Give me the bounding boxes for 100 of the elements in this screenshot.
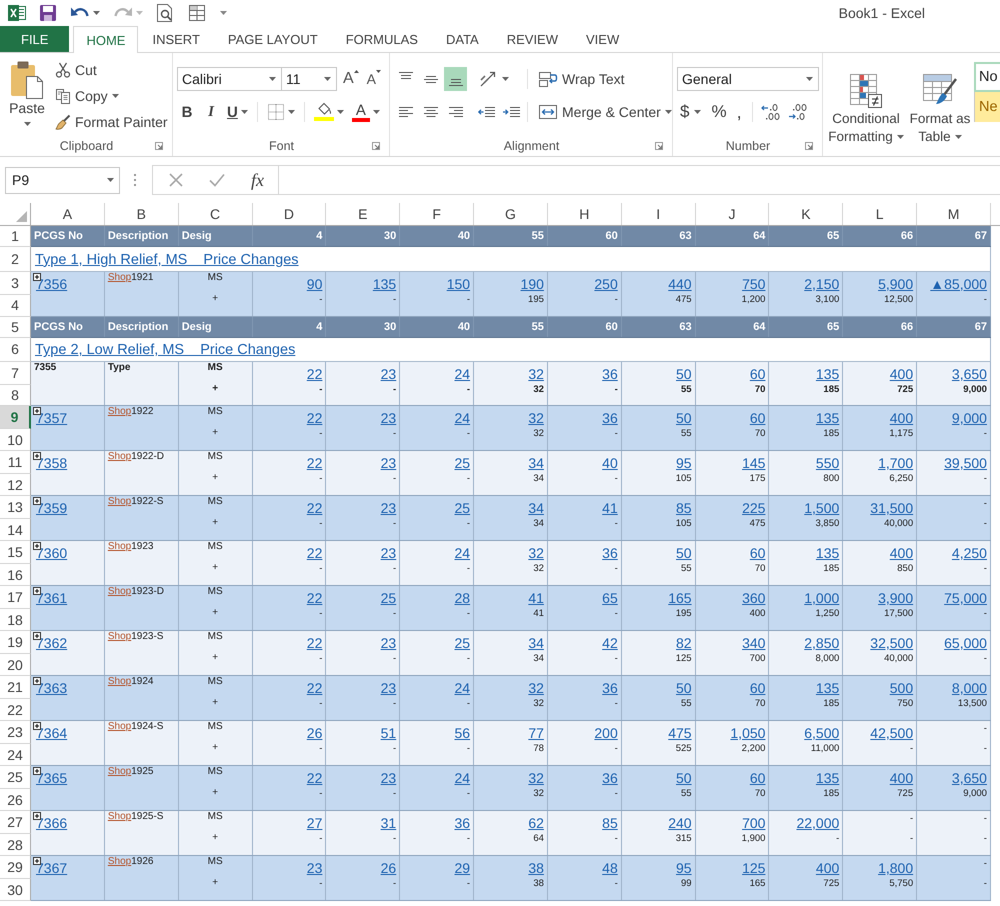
caret-icon[interactable] [220,11,227,15]
price-link[interactable]: 6,500 [804,725,840,741]
price-link[interactable]: 36 [602,770,618,786]
dialog-launcher-icon[interactable] [155,142,163,150]
price-link[interactable]: 23 [380,680,396,696]
check-icon[interactable] [209,173,225,187]
price-link[interactable]: 56 [454,725,470,741]
column-letter[interactable]: L [843,203,918,225]
price-link[interactable]: 60 [750,545,766,561]
insert-function-button[interactable]: fx [251,170,264,190]
price-link[interactable]: 190 [520,276,544,292]
shop-link[interactable]: Shop [108,451,132,463]
pcgs-number-link[interactable]: 7363 [36,680,68,696]
price-link[interactable]: 77 [528,725,544,741]
price-link[interactable]: 60 [750,410,766,426]
section-title-link[interactable]: Type 2, Low Relief, MS Price Changes [35,342,296,358]
price-link[interactable]: 22 [306,770,322,786]
column-letter[interactable]: F [400,203,474,225]
price-link[interactable]: 750 [742,276,766,292]
price-link[interactable]: 23 [380,366,396,382]
shop-link[interactable]: Shop [108,406,132,418]
price-link[interactable]: 32 [528,545,544,561]
caret-icon[interactable] [24,122,30,126]
price-link[interactable]: 8,000 [952,680,987,696]
row-number[interactable]: 6 [0,338,31,362]
column-letter[interactable]: H [548,203,622,225]
price-link[interactable]: 85 [676,500,692,516]
price-link[interactable]: 32,500 [870,635,914,651]
price-link[interactable]: 25 [380,590,396,606]
column-letter[interactable]: A [31,203,105,225]
price-link[interactable]: 65 [602,590,618,606]
price-link[interactable]: 36 [602,410,618,426]
price-link[interactable]: 23 [380,455,396,471]
price-link[interactable]: 400 [890,545,914,561]
price-link[interactable]: 135 [816,410,840,426]
price-link[interactable]: 150 [446,276,470,292]
price-link[interactable]: 22 [306,545,322,561]
shop-link[interactable]: Shop [108,541,132,553]
price-link[interactable]: 26 [306,725,322,741]
shop-link[interactable]: Shop [108,586,132,598]
price-link[interactable]: 62 [528,815,544,831]
price-link[interactable]: 27 [306,815,322,831]
price-link[interactable]: 22 [306,590,322,606]
price-link[interactable]: 50 [676,770,692,786]
price-link[interactable]: 135 [372,276,396,292]
file-tab[interactable]: FILE [0,26,70,52]
price-link[interactable]: 25 [454,455,470,471]
price-link[interactable]: 34 [528,500,544,516]
price-link[interactable]: 1,050 [730,725,766,741]
print-preview-icon[interactable] [156,3,174,23]
caret-icon[interactable] [269,77,276,81]
price-link[interactable]: 48 [602,860,618,876]
price-link[interactable]: ▲85,000 [930,276,987,292]
price-link[interactable]: 1,000 [804,590,840,606]
fill-color-button[interactable] [312,100,346,124]
dialog-launcher-icon[interactable] [655,142,663,150]
price-link[interactable]: 60 [750,680,766,696]
price-link[interactable]: 1,700 [878,455,914,471]
copy-button[interactable]: Copy [52,84,171,108]
dialog-launcher-icon[interactable] [372,142,380,150]
cut-button[interactable]: Cut [52,58,171,82]
pcgs-number-link[interactable]: 7366 [36,815,68,831]
price-link[interactable]: 2,850 [804,635,840,651]
wrap-text-button[interactable]: Wrap Text [535,67,628,91]
shop-link[interactable]: Shop [108,631,132,643]
price-link[interactable]: 700 [742,815,766,831]
font-size-dropdown[interactable]: 11 [281,67,337,91]
price-link[interactable]: 42 [602,635,618,651]
price-link[interactable]: 26 [380,860,396,876]
price-link[interactable]: 95 [676,860,692,876]
price-link[interactable]: 23 [380,410,396,426]
shop-link[interactable]: Shop [108,496,132,508]
price-link[interactable]: 50 [676,545,692,561]
shop-link[interactable]: Shop [108,676,132,688]
font-name-dropdown[interactable]: Calibri [177,67,282,91]
caret-icon[interactable] [954,134,962,139]
price-link[interactable]: 225 [742,500,766,516]
price-link[interactable]: 24 [454,680,470,696]
price-link[interactable]: 25 [454,500,470,516]
price-link[interactable]: 38 [528,860,544,876]
dialog-launcher-icon[interactable] [805,142,813,150]
price-link[interactable]: 50 [676,410,692,426]
price-link[interactable]: 39,500 [944,455,987,471]
price-link[interactable]: 145 [742,455,766,471]
column-letter[interactable]: M [917,203,991,225]
shrink-font-button[interactable]: A [364,67,384,91]
price-link[interactable]: 400 [890,770,914,786]
ribbon-tab[interactable]: HOME [73,26,138,53]
price-link[interactable]: 23 [306,860,322,876]
excel-logo-icon[interactable] [8,4,26,22]
column-letter[interactable]: I [622,203,696,225]
pcgs-number-link[interactable]: 7358 [36,455,68,471]
price-link[interactable]: 22 [306,680,322,696]
price-link[interactable]: 22 [306,455,322,471]
column-letter[interactable]: J [696,203,770,225]
price-link[interactable]: 90 [306,276,322,292]
font-color-button[interactable]: A [350,100,382,124]
price-link[interactable]: 3,650 [952,770,987,786]
pcgs-number-link[interactable]: 7359 [36,500,68,516]
price-link[interactable]: 24 [454,770,470,786]
